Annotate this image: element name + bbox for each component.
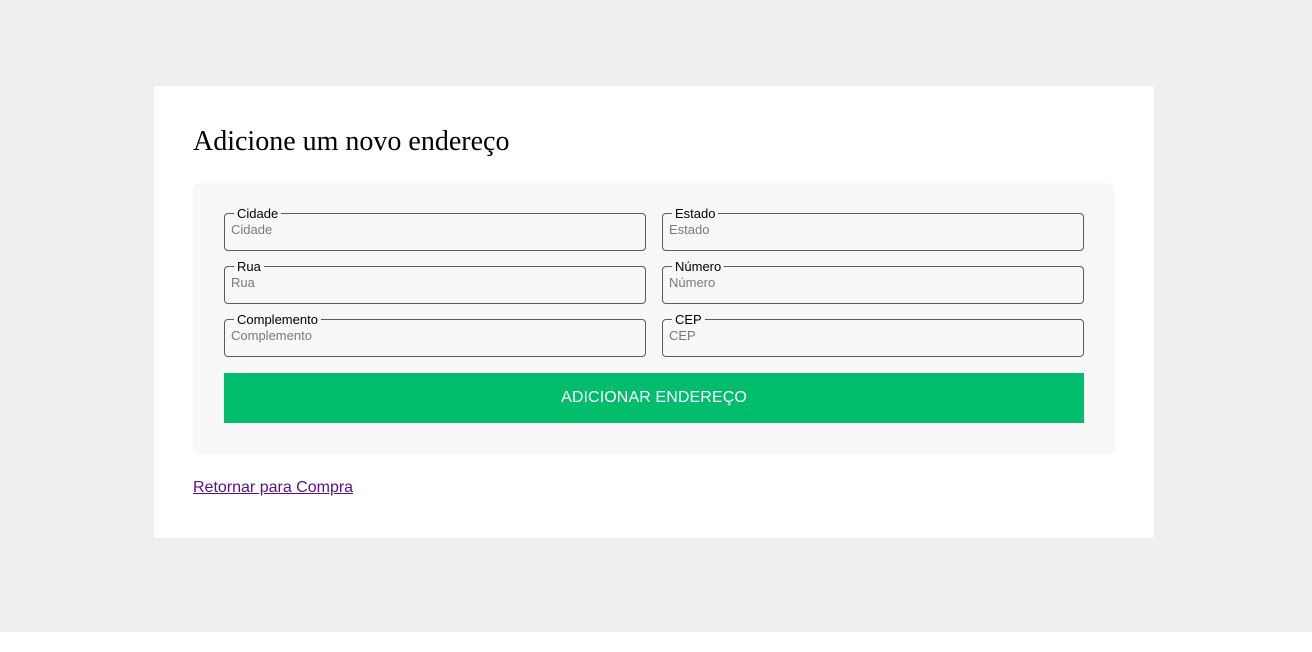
complement-input[interactable] (231, 327, 639, 345)
state-label: Estado (675, 206, 716, 221)
page-title: Adicione um novo endereço (193, 126, 510, 157)
complement-label: Complemento (237, 312, 318, 327)
return-to-purchase-link[interactable]: Retornar para Compra (193, 478, 353, 498)
city-label: Cidade (237, 206, 279, 221)
number-label: Número (675, 259, 722, 274)
street-label: Rua (237, 259, 261, 274)
state-input[interactable] (669, 221, 1077, 239)
number-field: Número (662, 260, 1084, 304)
address-form: Cidade Estado Rua Número Complemento CEP (193, 183, 1115, 454)
street-input[interactable] (231, 274, 639, 292)
number-input[interactable] (669, 274, 1077, 292)
street-field: Rua (224, 260, 646, 304)
address-card: Adicione um novo endereço Cidade Estado … (154, 86, 1154, 538)
cep-field: CEP (662, 313, 1084, 357)
cep-label: CEP (675, 312, 702, 327)
city-input[interactable] (231, 221, 639, 239)
add-address-button[interactable]: ADICIONAR ENDEREÇO (224, 373, 1084, 423)
state-field: Estado (662, 207, 1084, 251)
complement-field: Complemento (224, 313, 646, 357)
page-background: Adicione um novo endereço Cidade Estado … (0, 0, 1312, 632)
cep-input[interactable] (669, 327, 1077, 345)
city-field: Cidade (224, 207, 646, 251)
